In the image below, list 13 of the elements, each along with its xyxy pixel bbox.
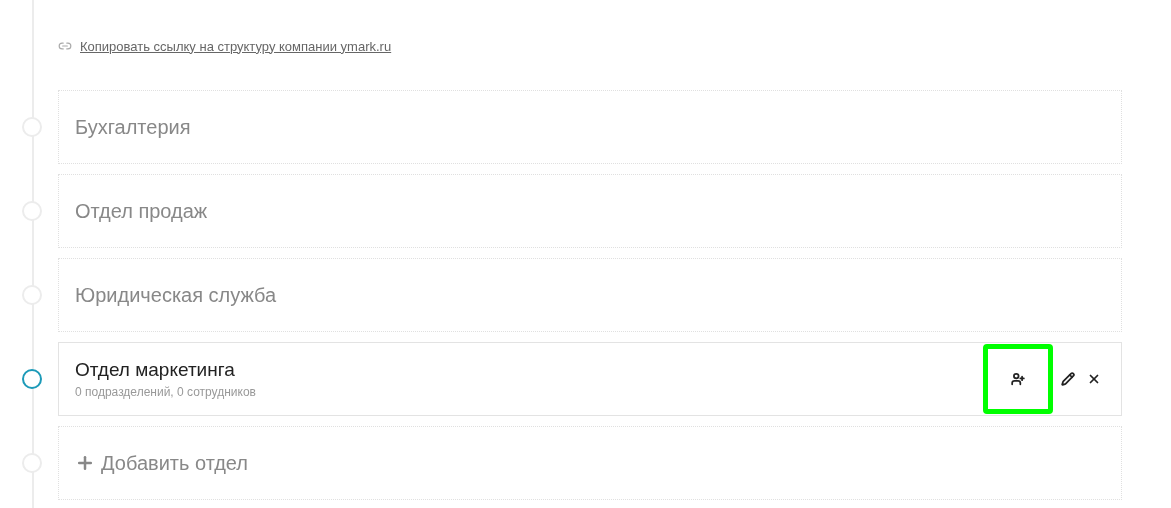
department-name: Бухгалтерия bbox=[75, 115, 191, 139]
department-name: Отдел маркетинга bbox=[75, 359, 236, 381]
plus-icon bbox=[75, 453, 95, 473]
add-department-button[interactable]: Добавить отдел bbox=[75, 451, 248, 475]
close-icon bbox=[1087, 372, 1101, 386]
pencil-icon bbox=[1061, 372, 1075, 386]
copy-link[interactable]: Копировать ссылку на структуру компании ymark.ru bbox=[80, 38, 392, 54]
timeline-node bbox=[22, 369, 42, 389]
department-name: Отдел продаж bbox=[75, 199, 208, 223]
department-name: Юридическая служба bbox=[75, 283, 277, 307]
department-stats: 0 подразделений, 0 сотрудников bbox=[75, 385, 256, 399]
link-icon bbox=[58, 39, 72, 53]
user-plus-icon bbox=[1011, 372, 1025, 386]
